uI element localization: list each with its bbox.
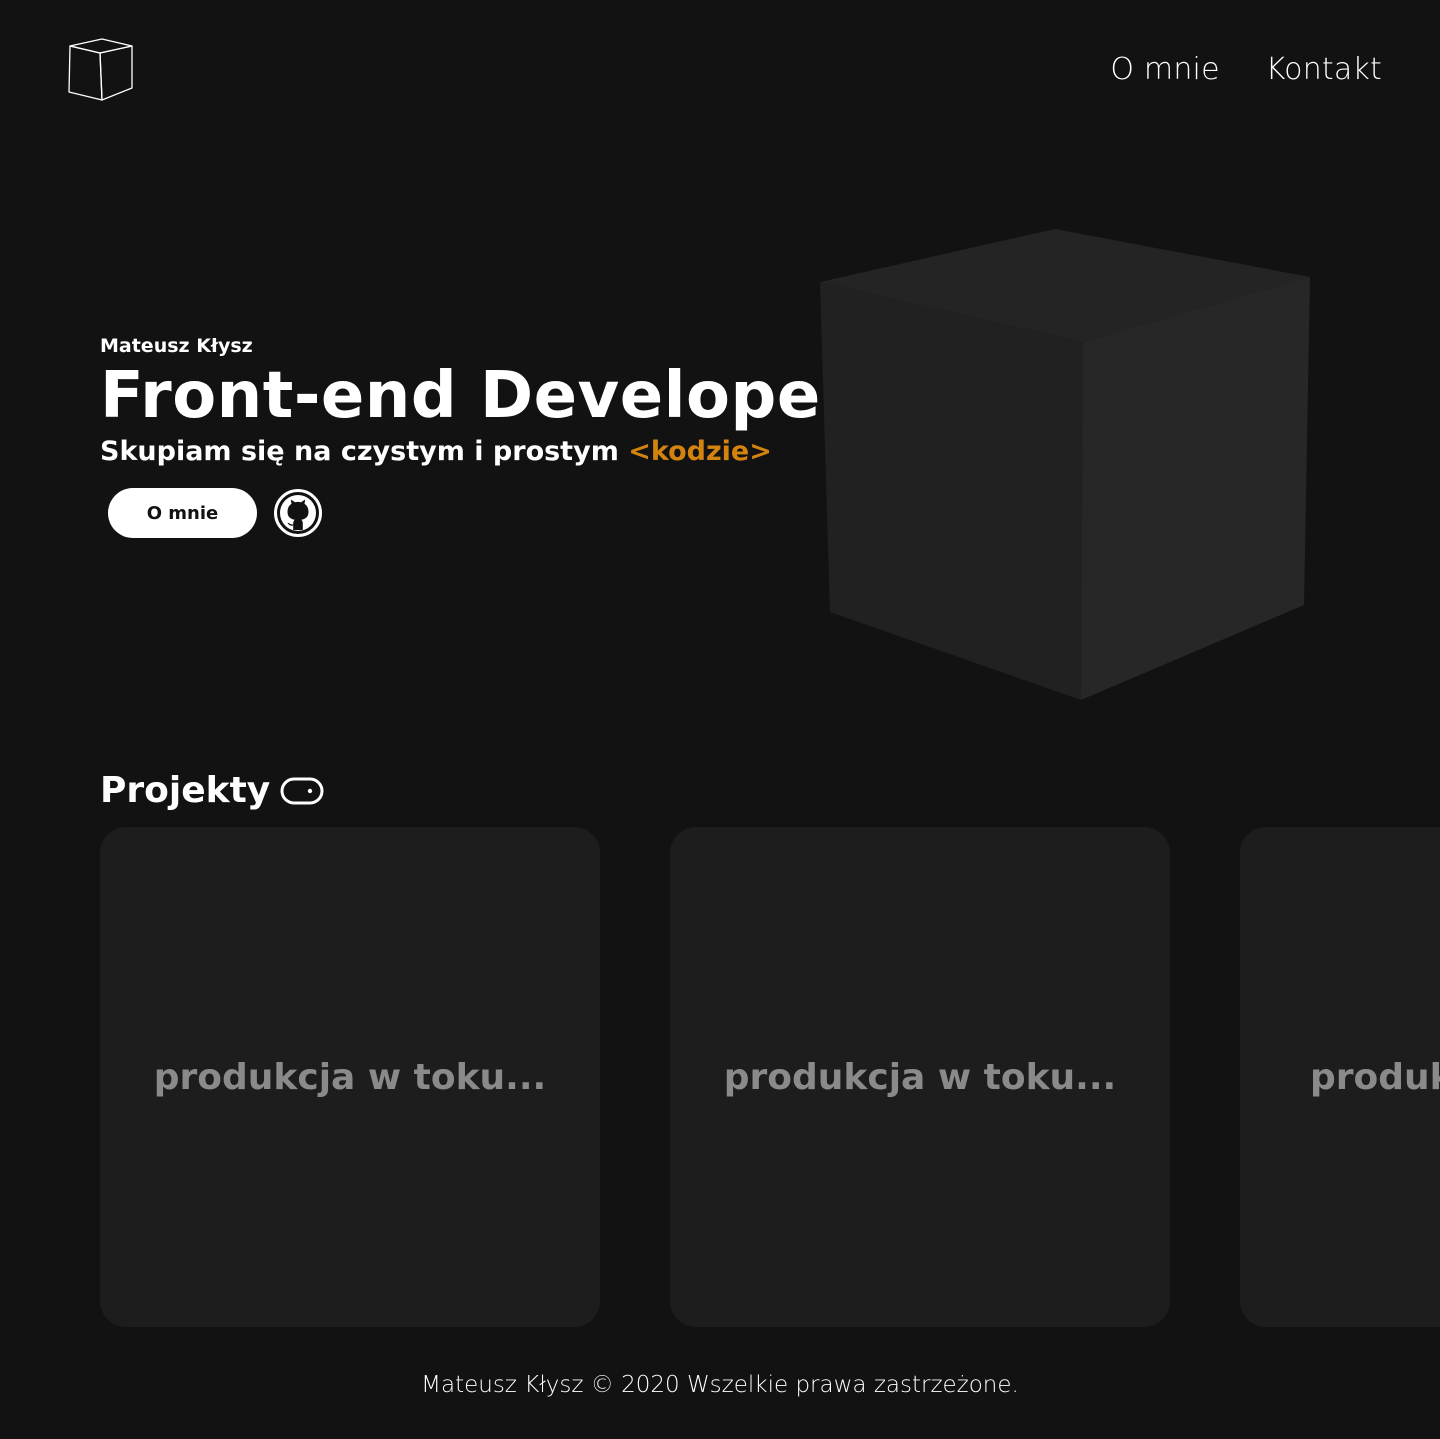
nav-about[interactable]: O mnie: [1110, 52, 1219, 87]
project-card-label: produkcja w toku...: [153, 1056, 547, 1098]
toggle-icon[interactable]: [280, 777, 324, 805]
hero-subtitle-text: Skupiam się na czystym i prostym: [100, 436, 629, 467]
hero-subtitle: Skupiam się na czystym i prostym <kodzie…: [100, 432, 853, 472]
hero-subtitle-accent: <kodzie>: [628, 436, 772, 467]
project-card[interactable]: produkcja w toku...: [1240, 827, 1440, 1327]
projects-list: produkcja w toku... produkcja w toku... …: [100, 827, 1440, 1327]
hero-section: Mateusz Kłysz Front-end Developer Skupia…: [100, 332, 853, 538]
main-nav: O mnie Kontakt: [1110, 52, 1382, 87]
project-card[interactable]: produkcja w toku...: [670, 827, 1170, 1327]
github-icon[interactable]: [273, 488, 323, 538]
about-button[interactable]: O mnie: [108, 488, 257, 538]
projects-header: Projekty: [100, 766, 324, 816]
hero-name: Mateusz Kłysz: [100, 335, 253, 357]
cube-logo-icon[interactable]: [66, 36, 136, 104]
footer-copyright: Mateusz Kłysz © 2020 Wszelkie prawa zast…: [421, 1372, 1019, 1398]
hero-actions: O mnie: [108, 488, 853, 538]
cube-icon: [810, 222, 1320, 712]
nav-contact[interactable]: Kontakt: [1266, 52, 1382, 87]
projects-title: Projekty: [100, 770, 271, 811]
hero-title: Front-end Developer: [100, 359, 853, 433]
project-card-label: produkcja w toku...: [1310, 1056, 1440, 1098]
project-card-label: produkcja w toku...: [723, 1056, 1117, 1098]
page: O mnie Kontakt Mateusz Kłysz Front-end D…: [0, 0, 1440, 1439]
project-card[interactable]: produkcja w toku...: [100, 827, 600, 1327]
